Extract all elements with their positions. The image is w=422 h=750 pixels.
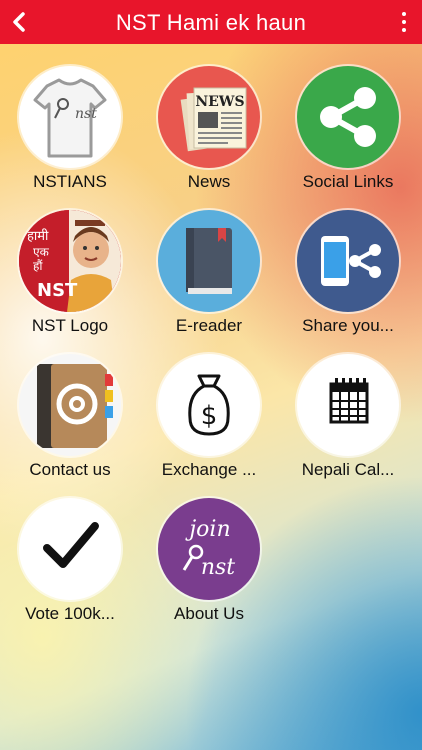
newspaper-icon: NEWS — [158, 66, 260, 168]
tile-share-app[interactable]: Share you... — [278, 210, 418, 350]
nst-text: nst — [201, 555, 235, 580]
nst-logo-image: हामी एक हौं NST — [19, 210, 121, 312]
tile-nst-logo[interactable]: हामी एक हौं NST NST Logo — [0, 210, 140, 350]
tile-news[interactable]: NEWS News — [139, 66, 279, 206]
tile-label: NSTIANS — [33, 172, 107, 191]
app-header: NST Hami ek haun — [0, 0, 422, 44]
tile-label: Vote 100k... — [25, 604, 115, 623]
tile-label: E-reader — [175, 316, 243, 335]
more-menu-button[interactable] — [394, 8, 414, 36]
logo-text-2: एक — [33, 245, 50, 259]
tile-contact-us[interactable]: Contact us — [0, 354, 140, 494]
tshirt-text: nst — [75, 106, 97, 122]
tile-label: Social Links — [302, 172, 394, 191]
tile-label: Exchange ... — [161, 460, 257, 479]
share-icon — [297, 66, 399, 168]
money-bag-icon: $ — [158, 354, 260, 456]
tile-exchange[interactable]: $ Exchange ... — [139, 354, 279, 494]
newspaper-text: NEWS — [195, 94, 244, 110]
tile-label: Contact us — [29, 460, 111, 479]
tile-social-links[interactable]: Social Links — [278, 66, 418, 206]
phone-share-icon — [297, 210, 399, 312]
address-book-icon — [19, 354, 121, 456]
more-vertical-icon — [402, 12, 406, 16]
book-icon — [158, 210, 260, 312]
logo-text-3: हौं — [33, 259, 43, 273]
tile-label: About Us — [174, 604, 244, 623]
tile-nepali-calendar[interactable]: Nepali Cal... — [278, 354, 418, 494]
checkmark-icon — [19, 498, 121, 600]
tile-vote[interactable]: Vote 100k... — [0, 498, 140, 638]
logo-text-1: हामी — [27, 228, 49, 244]
join-text: join — [184, 517, 230, 542]
tile-about-us[interactable]: join nst About Us — [139, 498, 279, 638]
tile-label: NST Logo — [31, 316, 109, 335]
tile-label: Share you... — [302, 316, 394, 335]
tshirt-icon: nst — [19, 66, 121, 168]
page-title: NST Hami ek haun — [115, 10, 307, 35]
tile-label: News — [187, 172, 231, 191]
svg-text:$: $ — [201, 401, 218, 431]
tile-label: Nepali Cal... — [301, 460, 395, 479]
logo-text-4: NST — [37, 280, 78, 301]
tile-e-reader[interactable]: E-reader — [139, 210, 279, 350]
join-nst-icon: join nst — [158, 498, 260, 600]
calendar-icon — [297, 354, 399, 456]
tile-nstians[interactable]: nst NSTIANS — [0, 66, 140, 206]
